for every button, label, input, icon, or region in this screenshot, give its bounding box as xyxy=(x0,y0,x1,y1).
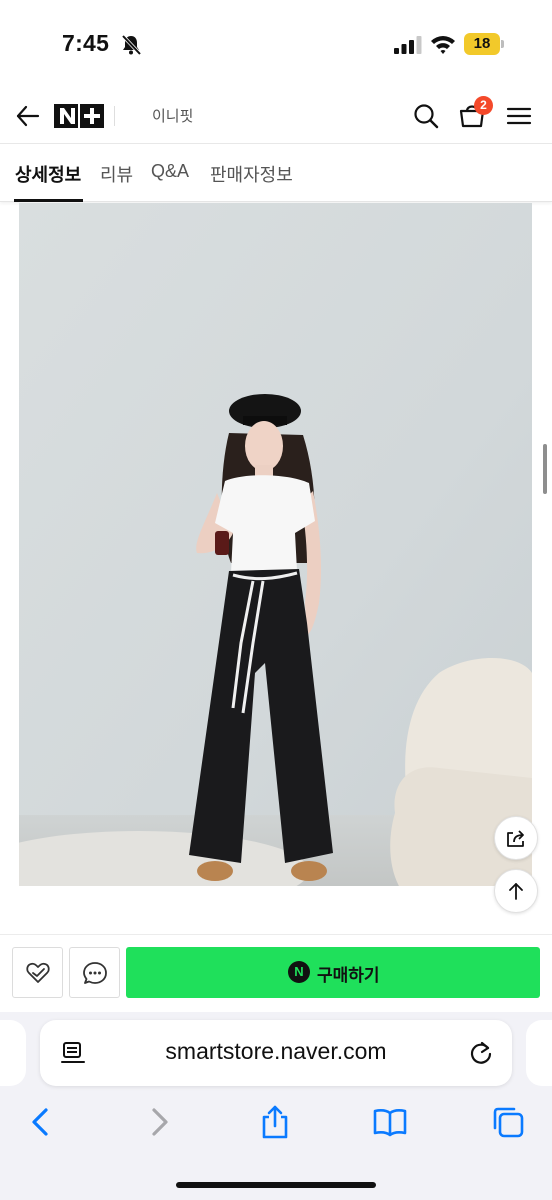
wish-button[interactable] xyxy=(12,947,63,998)
safari-toolbar: smartstore.naver.com xyxy=(0,1012,552,1200)
share-icon xyxy=(507,830,524,847)
chat-bubble-icon xyxy=(83,962,107,984)
tabs-icon[interactable] xyxy=(490,1104,526,1140)
battery-icon: 18 xyxy=(464,33,504,55)
tab-active-underline xyxy=(14,199,83,202)
next-tab-card[interactable] xyxy=(526,1020,552,1086)
share-icon[interactable] xyxy=(257,1104,293,1140)
talk-talk-button[interactable] xyxy=(69,947,120,998)
back-arrow-icon[interactable] xyxy=(14,102,42,130)
tab-details[interactable]: 상세정보 xyxy=(15,161,81,187)
naver-plus-logo[interactable] xyxy=(54,104,104,128)
address-bar[interactable]: smartstore.naver.com xyxy=(40,1020,512,1086)
product-photo xyxy=(19,203,532,886)
arrow-up-icon xyxy=(509,883,523,900)
tab-qna[interactable]: Q&A xyxy=(151,161,189,182)
status-bar: 7:45 18 xyxy=(0,0,552,88)
app-header: 이니핏 2 xyxy=(0,88,552,144)
scroll-indicator[interactable] xyxy=(543,444,547,494)
tab-reviews[interactable]: 리뷰 xyxy=(100,161,133,187)
home-indicator xyxy=(176,1182,376,1188)
signal-icon xyxy=(394,36,422,54)
cart-badge: 2 xyxy=(474,96,493,115)
status-time: 7:45 xyxy=(62,30,110,56)
scroll-top-button[interactable] xyxy=(494,869,538,913)
reload-icon[interactable] xyxy=(468,1040,494,1066)
tab-seller-info[interactable]: 판매자정보 xyxy=(210,161,293,187)
tab-bar: 상세정보 리뷰 Q&A 판매자정보 xyxy=(0,145,552,202)
header-divider xyxy=(114,106,115,126)
search-icon[interactable] xyxy=(412,102,440,130)
heart-check-icon xyxy=(26,962,50,983)
bell-slash-icon xyxy=(121,34,142,56)
wifi-icon xyxy=(431,36,455,54)
share-floating-button[interactable] xyxy=(494,816,538,860)
forward-icon[interactable] xyxy=(142,1104,178,1140)
bookmarks-icon[interactable] xyxy=(372,1104,408,1140)
url-text: smartstore.naver.com xyxy=(165,1038,387,1064)
buy-button-label: 구매하기 xyxy=(317,966,380,985)
naver-n-icon: N xyxy=(288,961,310,983)
store-name[interactable]: 이니핏 xyxy=(152,105,193,126)
back-icon[interactable] xyxy=(22,1104,58,1140)
previous-tab-card[interactable] xyxy=(0,1020,26,1086)
purchase-bar: N 구매하기 xyxy=(0,934,552,1012)
battery-level: 18 xyxy=(473,35,491,52)
menu-icon[interactable] xyxy=(506,102,532,130)
buy-button[interactable]: N 구매하기 xyxy=(126,947,540,998)
